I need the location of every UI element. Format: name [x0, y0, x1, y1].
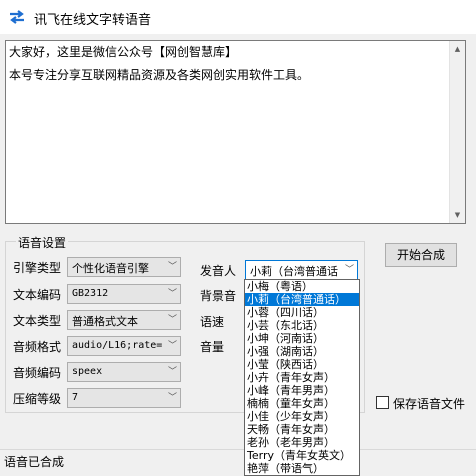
- speaker-option[interactable]: 小梅（粤语）: [245, 280, 359, 293]
- speaker-label: 发音人: [200, 264, 237, 278]
- scroll-down-icon[interactable]: ▼: [450, 207, 465, 223]
- audio-format-label: 音频格式: [13, 340, 62, 354]
- audio-codec-label: 音频编码: [13, 366, 62, 380]
- chevron-down-icon: ﹀: [167, 262, 177, 272]
- engine-type-select[interactable]: 个性化语音引擎 ﹀: [67, 257, 181, 277]
- speaker-select[interactable]: 小莉（台湾普通话 ﹀: [245, 260, 358, 280]
- text-line: 大家好，这里是微信公众号【网创智慧库】: [9, 45, 238, 59]
- chevron-down-icon: ﹀: [167, 367, 177, 377]
- speaker-dropdown-list[interactable]: 小梅（粤语） 小莉（台湾普通话） 小蓉（四川话） 小芸（东北话） 小坤（河南话）…: [244, 279, 360, 476]
- chevron-down-icon: ﹀: [167, 315, 177, 325]
- speaker-option-selected[interactable]: 小莉（台湾普通话）: [245, 293, 359, 306]
- text-type-select[interactable]: 普通格式文本 ﹀: [67, 310, 181, 330]
- compression-level-value: 7: [72, 392, 79, 403]
- speaker-option[interactable]: 小佳（少年女声）: [245, 410, 359, 423]
- status-text: 语音已合成: [4, 455, 65, 469]
- speaker-value: 小莉（台湾普通话: [250, 265, 338, 278]
- speaker-option[interactable]: 小蓉（四川话）: [245, 306, 359, 319]
- save-audio-checkbox[interactable]: [376, 396, 389, 409]
- vertical-scrollbar[interactable]: ▲ ▼: [449, 41, 465, 223]
- speech-speed-label: 语速: [200, 315, 225, 329]
- engine-type-value: 个性化语音引擎: [72, 262, 149, 275]
- text-type-value: 普通格式文本: [72, 315, 138, 328]
- speaker-option[interactable]: 老孙（老年男声）: [245, 436, 359, 449]
- audio-codec-select[interactable]: speex ﹀: [67, 362, 181, 382]
- speaker-option[interactable]: 小峰（青年男声）: [245, 384, 359, 397]
- title-bar: 讯飞在线文字转语音: [0, 0, 476, 34]
- background-sound-label: 背景音: [200, 289, 237, 303]
- text-encoding-value: GB2312: [72, 288, 109, 299]
- speaker-option[interactable]: 天畅（青年女声）: [245, 423, 359, 436]
- text-line: 本号专注分享互联网精品资源及各类网创实用软件工具。: [9, 68, 310, 82]
- speaker-option[interactable]: 小卉（青年女声）: [245, 371, 359, 384]
- compression-level-select[interactable]: 7 ﹀: [67, 388, 181, 408]
- text-input-area[interactable]: 大家好，这里是微信公众号【网创智慧库】 本号专注分享互联网精品资源及各类网创实用…: [5, 40, 466, 224]
- voice-settings-title: 语音设置: [16, 234, 69, 251]
- chevron-down-icon: ﹀: [167, 393, 177, 403]
- audio-format-select[interactable]: audio/L16;rate= ﹀: [67, 336, 181, 356]
- text-encoding-select[interactable]: GB2312 ﹀: [67, 284, 181, 304]
- status-bar: 语音已合成: [0, 449, 476, 476]
- scroll-up-icon[interactable]: ▲: [450, 41, 465, 57]
- window-title: 讯飞在线文字转语音: [34, 13, 152, 28]
- chevron-down-icon: ﹀: [342, 262, 354, 275]
- audio-codec-value: speex: [72, 366, 103, 377]
- speaker-option[interactable]: Terry（青年女英文）: [245, 449, 359, 462]
- audio-format-value: audio/L16;rate=: [72, 340, 163, 351]
- swap-arrows-icon: [10, 10, 24, 24]
- engine-type-label: 引擎类型: [13, 261, 62, 275]
- speaker-option[interactable]: 艳萍（带语气）: [245, 462, 359, 475]
- speaker-option[interactable]: 小强（湖南话）: [245, 345, 359, 358]
- save-audio-label[interactable]: 保存语音文件: [393, 395, 465, 412]
- compression-level-label: 压缩等级: [13, 392, 62, 406]
- speaker-option[interactable]: 小坤（河南话）: [245, 332, 359, 345]
- start-synthesis-button[interactable]: 开始合成: [385, 243, 457, 267]
- text-encoding-label: 文本编码: [13, 288, 62, 302]
- speaker-option[interactable]: 小莹（陕西话）: [245, 358, 359, 371]
- speaker-option[interactable]: 楠楠（童年女声）: [245, 397, 359, 410]
- text-type-label: 文本类型: [13, 314, 62, 328]
- speaker-option[interactable]: 小芸（东北话）: [245, 319, 359, 332]
- chevron-down-icon: ﹀: [167, 341, 177, 351]
- volume-label: 音量: [200, 340, 225, 354]
- chevron-down-icon: ﹀: [167, 289, 177, 299]
